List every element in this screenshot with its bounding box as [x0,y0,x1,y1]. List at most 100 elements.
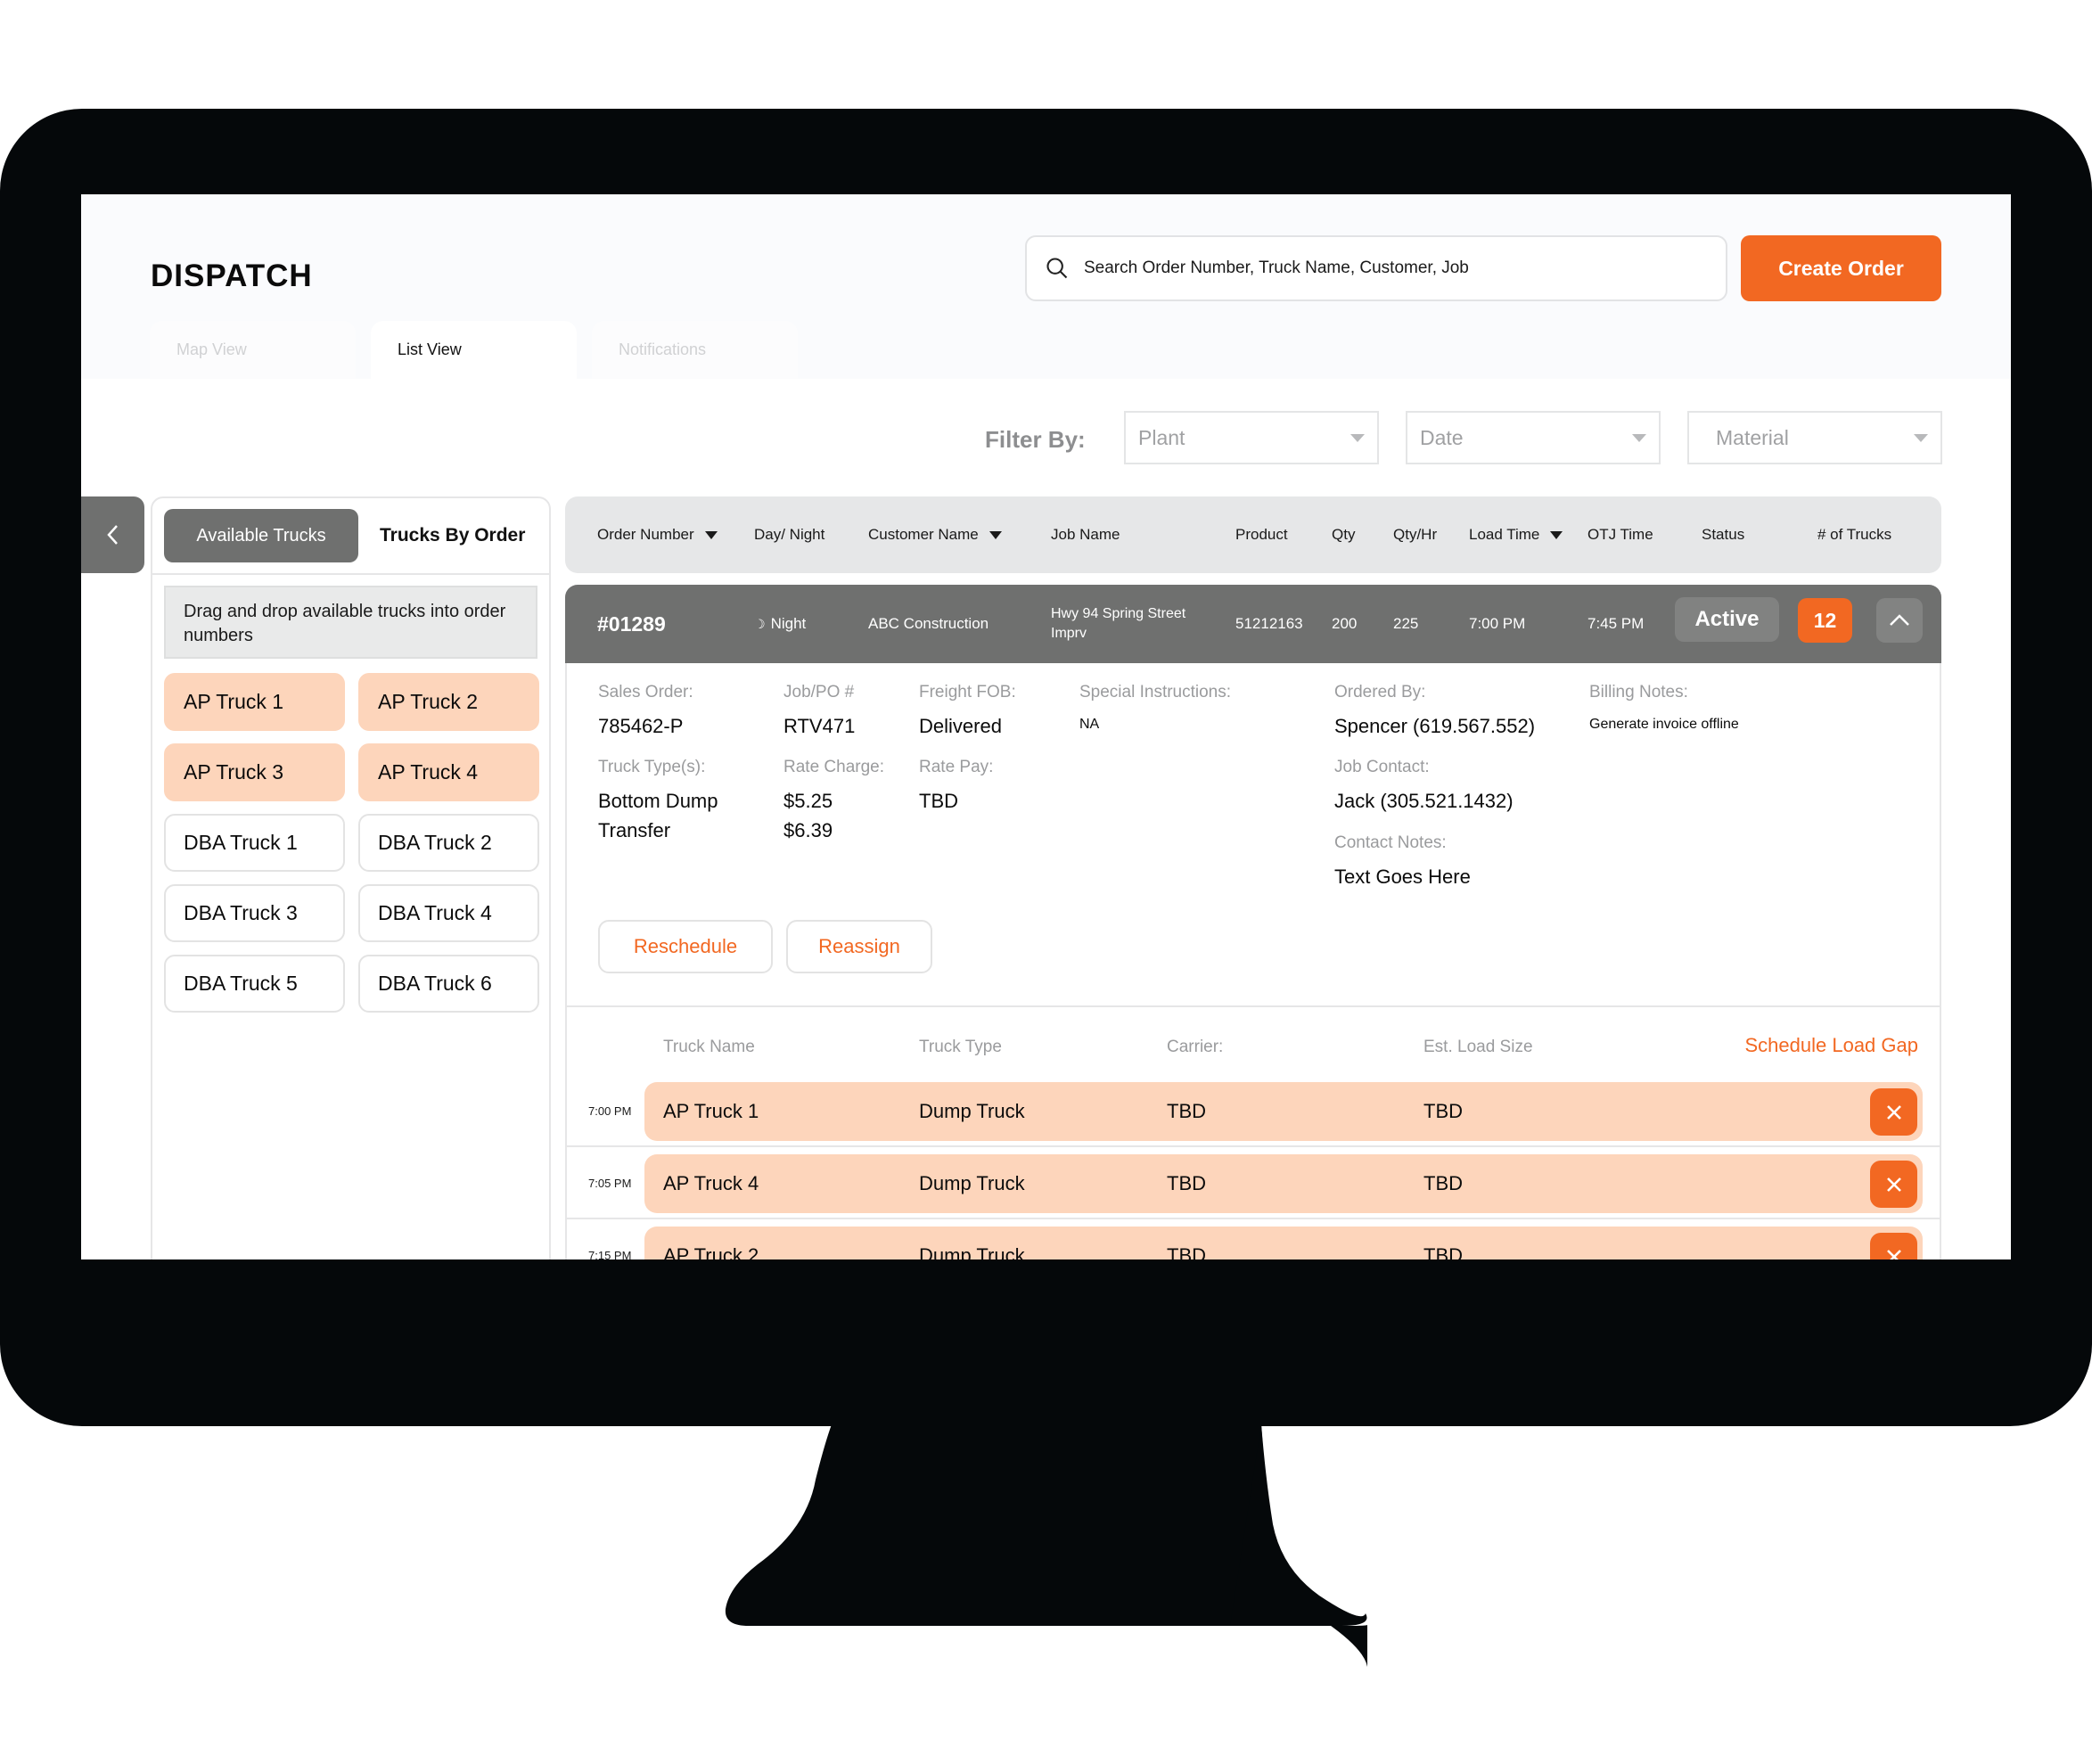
field-label: Contact Notes: [1334,833,1447,852]
contact-notes-field: Contact Notes: Text Goes Here [1334,833,1471,891]
filter-label: Filter By: [985,426,1086,453]
field-value: Spencer (619.567.552) [1334,715,1536,737]
assigned-truck-row[interactable]: 7:05 PM AP Truck 4 Dump Truck TBD TBD [567,1147,1940,1219]
job-po-field: Job/PO # RTV471 [783,683,855,741]
chevron-left-icon [106,525,118,545]
field-value: 785462-P [598,715,684,737]
column-label: Job Name [1051,526,1120,543]
assigned-header-carrier: Carrier: [1167,1038,1224,1056]
tab-available-trucks[interactable]: Available Trucks [164,509,358,562]
tab-trucks-by-order[interactable]: Trucks By Order [380,509,525,562]
column-label: Customer Name [868,526,979,543]
field-label: Sales Order: [598,683,693,701]
chevron-down-icon [1914,433,1928,442]
truck-chip[interactable]: DBA Truck 4 [358,884,539,942]
field-label: Special Instructions: [1079,683,1232,701]
chevron-up-icon [1890,614,1909,626]
assigned-header-truck-name: Truck Name [663,1038,755,1056]
column-label: Qty/Hr [1393,526,1438,543]
truck-count-badge: 12 [1798,598,1852,643]
column-label: Qty [1332,526,1356,543]
truck-bar: AP Truck 4 Dump Truck TBD TBD [644,1154,1923,1213]
date-dropdown[interactable]: Date [1406,411,1661,464]
column-customer-name[interactable]: Customer Name [868,496,1002,573]
chevron-down-icon [1350,433,1365,442]
close-icon [1886,1177,1901,1192]
tab-map-view[interactable]: Map View [150,321,356,379]
field-value: RTV471 [783,715,856,737]
truck-chip[interactable]: DBA Truck 6 [358,955,539,1013]
field-value: Delivered [919,715,1002,737]
tab-list-view[interactable]: List View [371,321,577,379]
search-box[interactable] [1025,235,1727,301]
truck-chip[interactable]: AP Truck 3 [164,743,345,801]
carrier: TBD [1167,1244,1206,1259]
field-value: TBD [919,790,958,812]
load-size: TBD [1423,1172,1463,1194]
truck-types-field: Truck Type(s): Bottom Dump Transfer [598,758,718,845]
truck-type-1: Bottom Dump [598,790,718,812]
field-value: Bottom Dump Transfer [598,786,718,845]
truck-name: AP Truck 1 [663,1100,759,1122]
trucks-panel-tabs: Available Trucks Trucks By Order [152,498,549,575]
view-tabs: Map View List View Notifications [150,321,798,379]
order-row[interactable]: #01289 ☽ Night ABC Construction Hwy 94 S… [565,585,1941,663]
create-order-button[interactable]: Create Order [1741,235,1941,301]
plant-dropdown[interactable]: Plant [1124,411,1379,464]
sales-order-field: Sales Order: 785462-P [598,683,693,741]
assigned-truck-row[interactable]: 7:00 PM AP Truck 1 Dump Truck TBD TBD [567,1075,1940,1147]
remove-truck-button[interactable] [1870,1233,1917,1259]
truck-type: Dump Truck [919,1172,1025,1194]
truck-name: AP Truck 2 [663,1244,759,1259]
orders-table-header: Order Number Day/ Night Customer Name Jo… [565,496,1941,573]
tab-notifications[interactable]: Notifications [592,321,798,379]
available-trucks-grid: AP Truck 1 AP Truck 2 AP Truck 3 AP Truc… [164,673,539,1013]
collapse-panel-button[interactable] [81,496,144,573]
truck-type: Dump Truck [919,1100,1025,1122]
rate-charge-2: $6.39 [783,819,833,841]
qty: 200 [1332,615,1358,632]
field-label: Rate Charge: [783,758,885,776]
column-label: Day/ Night [754,526,825,543]
column-qty: Qty [1332,496,1355,573]
truck-chip[interactable]: DBA Truck 5 [164,955,345,1013]
collapse-order-button[interactable] [1876,598,1923,643]
drag-drop-hint: Drag and drop available trucks into orde… [164,586,537,659]
rate-charge-field: Rate Charge: $5.25 $6.39 [783,758,884,845]
close-icon [1886,1249,1901,1259]
field-label: Job/PO # [783,683,855,701]
remove-truck-button[interactable] [1870,1161,1917,1208]
truck-bar: AP Truck 2 Dump Truck TBD TBD [644,1227,1923,1259]
reschedule-button[interactable]: Reschedule [598,920,773,973]
reassign-button[interactable]: Reassign [786,920,932,973]
truck-time: 7:05 PM [588,1177,632,1190]
truck-chip[interactable]: DBA Truck 3 [164,884,345,942]
chevron-down-icon [1632,433,1646,442]
field-label: Ordered By: [1334,683,1426,701]
column-order-number[interactable]: Order Number [597,496,718,573]
column-product: Product [1235,496,1288,573]
assigned-header-truck-type: Truck Type [919,1038,1002,1056]
order-number: #01289 [597,611,666,636]
truck-chip[interactable]: AP Truck 4 [358,743,539,801]
qty-hr: 225 [1393,615,1419,632]
truck-chip[interactable]: AP Truck 2 [358,673,539,731]
truck-type: Dump Truck [919,1244,1025,1259]
schedule-load-gap-link[interactable]: Schedule Load Gap [1745,1034,1919,1057]
assigned-truck-row[interactable]: 7:15 PM AP Truck 2 Dump Truck TBD TBD [567,1219,1940,1259]
truck-type-2: Transfer [598,819,671,841]
truck-chip[interactable]: DBA Truck 2 [358,814,539,872]
material-dropdown[interactable]: Material [1687,411,1942,464]
column-otj-time: OTJ Time [1587,496,1653,573]
column-label: OTJ Time [1587,526,1653,543]
rate-charge-1: $5.25 [783,790,833,812]
search-input[interactable] [1084,258,1708,278]
job-name: Hwy 94 Spring Street Imprv [1051,606,1186,641]
truck-chip[interactable]: AP Truck 1 [164,673,345,731]
column-job-name: Job Name [1051,496,1120,573]
remove-truck-button[interactable] [1870,1088,1917,1136]
column-load-time[interactable]: Load Time [1469,496,1563,573]
field-value: Text Goes Here [1334,866,1471,888]
day-night-value: Night [770,615,807,632]
truck-chip[interactable]: DBA Truck 1 [164,814,345,872]
